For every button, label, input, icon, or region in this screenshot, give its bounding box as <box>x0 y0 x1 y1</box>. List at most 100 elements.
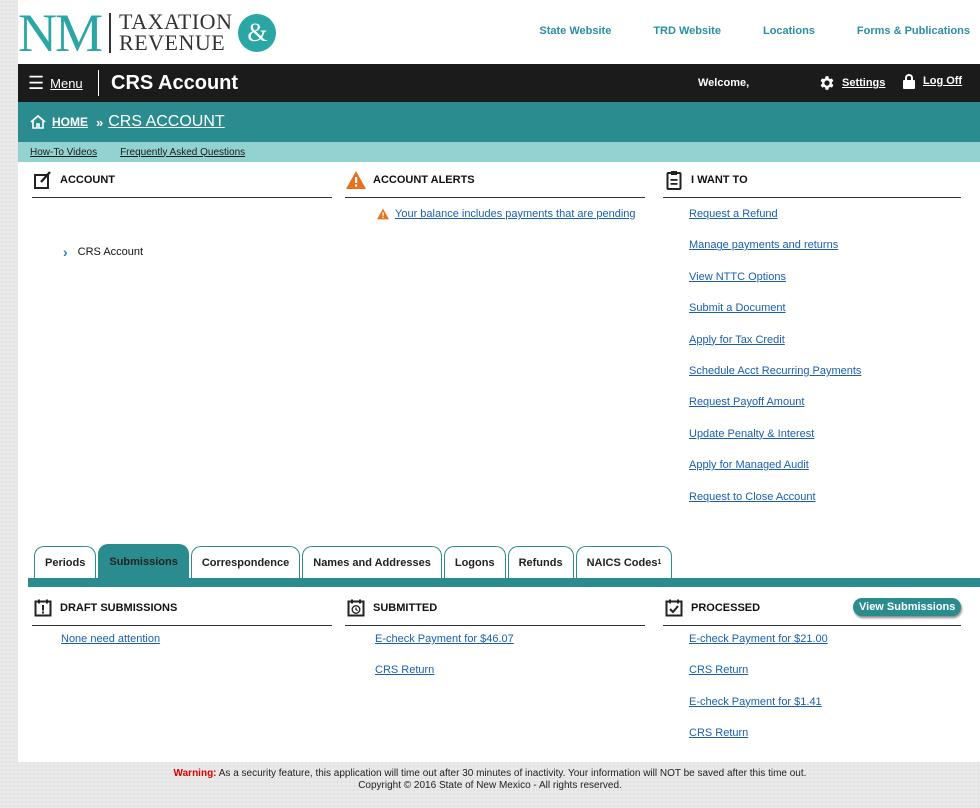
list-item: E-check Payment for $46.07 <box>375 633 514 664</box>
logo-divider <box>109 13 112 53</box>
link-trd-website[interactable]: TRD Website <box>653 25 721 37</box>
account-section-header: ACCOUNT <box>32 162 332 198</box>
logoff-label: Log Off <box>923 75 963 87</box>
submitted-crs-return-link[interactable]: CRS Return <box>375 664 434 676</box>
alert-link-pending-payments[interactable]: Your balance includes payments that are … <box>395 208 636 220</box>
tab-naics-count: 1 <box>657 559 662 566</box>
calendar-clock-icon <box>345 597 367 619</box>
list-item: Update Penalty & Interest <box>689 428 861 459</box>
timeout-warning: Warning: As a security feature, this app… <box>0 768 980 780</box>
draft-section-header: DRAFT SUBMISSIONS <box>32 590 332 626</box>
iwant-request-payoff[interactable]: Request Payoff Amount <box>689 396 804 408</box>
iwant-request-refund[interactable]: Request a Refund <box>689 208 778 220</box>
tab-submissions[interactable]: Submissions <box>98 544 189 578</box>
chevron-right-icon: › <box>63 244 68 260</box>
list-item: View NTTC Options <box>689 271 861 302</box>
list-item: Manage payments and returns <box>689 239 861 270</box>
warning-small-icon <box>377 208 389 220</box>
page-title: CRS Account <box>111 72 239 94</box>
iwant-section-header: I WANT TO <box>663 162 961 198</box>
site-header: NM TAXATION REVENUE & State Website TRD … <box>18 0 980 64</box>
link-state-website[interactable]: State Website <box>539 25 611 37</box>
list-item: E-check Payment for $1.41 <box>689 696 828 727</box>
copyright: Copyright © 2016 State of New Mexico - A… <box>358 780 622 791</box>
logoff-link[interactable]: Log Off <box>903 74 963 89</box>
draft-none-link[interactable]: None need attention <box>61 633 160 645</box>
processed-crs-return-link[interactable]: CRS Return <box>689 664 748 676</box>
processed-list: E-check Payment for $21.00 CRS Return E-… <box>689 633 828 759</box>
logo-ampersand-icon: & <box>238 14 277 52</box>
tab-naics-label: NAICS Codes <box>586 556 658 569</box>
submitted-list: E-check Payment for $46.07 CRS Return <box>375 633 514 696</box>
iwant-manage-payments[interactable]: Manage payments and returns <box>689 239 838 251</box>
logo-text: TAXATION REVENUE <box>119 11 232 55</box>
warning-icon <box>345 169 367 191</box>
iwant-heading: I WANT TO <box>691 173 748 186</box>
footer: Warning: As a security feature, this app… <box>0 768 980 792</box>
iwant-close-account[interactable]: Request to Close Account <box>689 491 816 503</box>
submitted-echeck-link[interactable]: E-check Payment for $46.07 <box>375 633 514 645</box>
clipboard-icon <box>663 169 685 191</box>
processed-echeck-21-link[interactable]: E-check Payment for $21.00 <box>689 633 828 645</box>
menu-label: Menu <box>50 75 83 91</box>
list-item: Schedule Acct Recurring Payments <box>689 365 861 396</box>
hamburger-icon: ☰ <box>28 72 45 93</box>
tab-correspondence[interactable]: Correspondence <box>190 546 301 578</box>
submitted-section-header: SUBMITTED <box>345 590 645 626</box>
draft-list: None need attention <box>61 633 160 664</box>
top-links: State Website TRD Website Locations Form… <box>497 25 970 37</box>
iwant-apply-tax-credit[interactable]: Apply for Tax Credit <box>689 334 785 346</box>
view-submissions-button[interactable]: View Submissions <box>853 598 962 616</box>
settings-label: Settings <box>842 77 886 89</box>
settings-link[interactable]: Settings <box>818 74 885 92</box>
breadcrumb-home[interactable]: HOME <box>52 115 88 129</box>
account-tabs: Periods Submissions Correspondence Names… <box>34 544 674 578</box>
processed-heading: PROCESSED <box>691 601 761 614</box>
page: NM TAXATION REVENUE & State Website TRD … <box>0 0 980 808</box>
topbar-divider <box>98 70 99 96</box>
main-content: ACCOUNT › CRS Account ACCOUNT ALERTS You… <box>18 162 980 762</box>
iwant-view-nttc[interactable]: View NTTC Options <box>689 271 786 283</box>
tab-underline <box>28 578 980 587</box>
list-item: Request a Refund <box>689 208 861 239</box>
top-bar: ☰ Menu CRS Account Welcome, Settings Log… <box>18 64 980 102</box>
logo-line2: REVENUE <box>119 30 226 55</box>
help-links-bar: How-To Videos Frequently Asked Questions <box>18 142 980 162</box>
link-faq[interactable]: Frequently Asked Questions <box>120 147 245 158</box>
list-item: Apply for Tax Credit <box>689 334 861 365</box>
breadcrumb-current[interactable]: CRS ACCOUNT <box>108 113 224 131</box>
processed-crs-return-2-link[interactable]: CRS Return <box>689 727 748 739</box>
processed-echeck-141-link[interactable]: E-check Payment for $1.41 <box>689 696 822 708</box>
list-item: E-check Payment for $21.00 <box>689 633 828 664</box>
account-list-item[interactable]: › CRS Account <box>63 244 143 260</box>
iwant-schedule-recurring[interactable]: Schedule Acct Recurring Payments <box>689 365 861 377</box>
iwant-update-penalty[interactable]: Update Penalty & Interest <box>689 428 814 440</box>
calendar-check-icon <box>663 597 685 619</box>
account-heading: ACCOUNT <box>60 173 115 186</box>
nm-trd-logo[interactable]: NM TAXATION REVENUE & <box>18 6 277 60</box>
link-forms-publications[interactable]: Forms & Publications <box>857 25 970 37</box>
tab-periods[interactable]: Periods <box>34 546 97 578</box>
alerts-section-header: ACCOUNT ALERTS <box>345 162 645 198</box>
link-locations[interactable]: Locations <box>763 25 815 37</box>
calendar-alert-icon <box>32 597 54 619</box>
submitted-heading: SUBMITTED <box>373 601 438 614</box>
home-icon[interactable] <box>30 115 46 129</box>
list-item: Apply for Managed Audit <box>689 459 861 490</box>
tab-names-addresses[interactable]: Names and Addresses <box>302 546 442 578</box>
iwant-apply-managed-audit[interactable]: Apply for Managed Audit <box>689 459 809 471</box>
iwant-submit-document[interactable]: Submit a Document <box>689 302 786 314</box>
list-item: None need attention <box>61 633 160 664</box>
edit-icon <box>32 169 54 191</box>
link-how-to-videos[interactable]: How-To Videos <box>30 147 97 158</box>
gear-icon <box>820 76 834 90</box>
menu-button[interactable]: ☰ Menu <box>28 64 83 102</box>
tab-logons[interactable]: Logons <box>443 546 506 578</box>
list-item: CRS Return <box>375 664 514 695</box>
tab-refunds[interactable]: Refunds <box>507 546 574 578</box>
tab-naics-codes[interactable]: NAICS Codes 1 <box>575 546 673 578</box>
warning-label: Warning: <box>173 768 217 779</box>
account-item-label: CRS Account <box>77 246 144 258</box>
lock-icon <box>903 74 915 89</box>
list-item: Submit a Document <box>689 302 861 333</box>
